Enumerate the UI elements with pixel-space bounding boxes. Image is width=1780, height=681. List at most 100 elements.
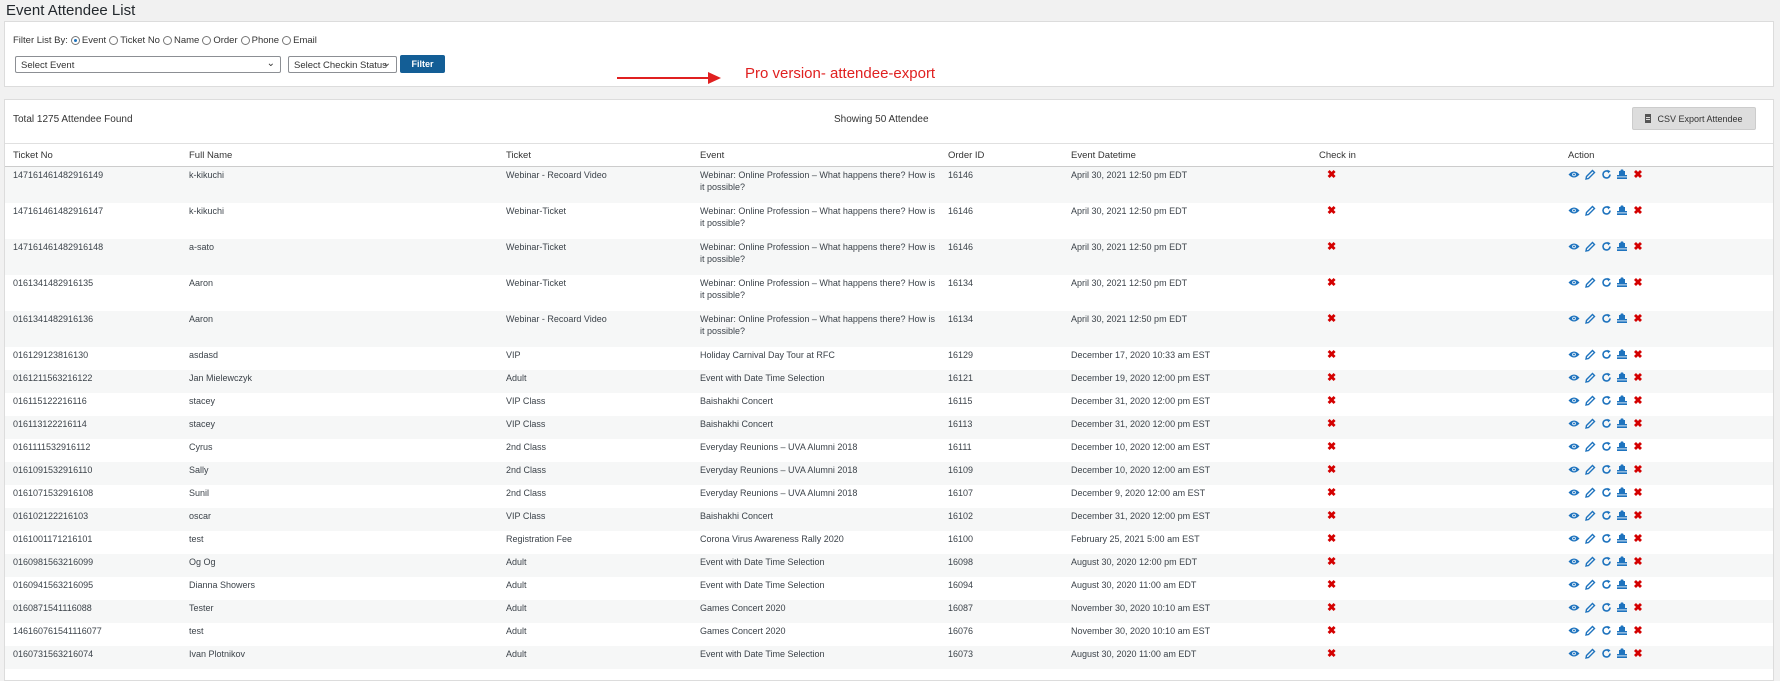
checkin-icon[interactable] <box>1616 556 1628 567</box>
resend-icon[interactable] <box>1600 533 1612 544</box>
delete-icon[interactable]: ✖ <box>1632 205 1644 217</box>
view-icon[interactable] <box>1568 487 1580 498</box>
delete-icon[interactable]: ✖ <box>1632 349 1644 361</box>
edit-icon[interactable] <box>1584 205 1596 216</box>
delete-icon[interactable]: ✖ <box>1632 625 1644 637</box>
resend-icon[interactable] <box>1600 169 1612 180</box>
edit-icon[interactable] <box>1584 418 1596 429</box>
edit-icon[interactable] <box>1584 441 1596 452</box>
checkin-icon[interactable] <box>1616 313 1628 324</box>
view-icon[interactable] <box>1568 441 1580 452</box>
resend-icon[interactable] <box>1600 313 1612 324</box>
resend-icon[interactable] <box>1600 372 1612 383</box>
csv-export-button[interactable]: CSV Export Attendee <box>1632 107 1756 130</box>
delete-icon[interactable]: ✖ <box>1632 169 1644 181</box>
delete-icon[interactable]: ✖ <box>1632 395 1644 407</box>
checkin-icon[interactable] <box>1616 579 1628 590</box>
radio-ticket-no[interactable] <box>109 36 119 45</box>
delete-icon[interactable]: ✖ <box>1632 241 1644 253</box>
resend-icon[interactable] <box>1600 487 1612 498</box>
resend-icon[interactable] <box>1600 418 1612 429</box>
checkin-icon[interactable] <box>1616 418 1628 429</box>
delete-icon[interactable]: ✖ <box>1632 441 1644 453</box>
edit-icon[interactable] <box>1584 579 1596 590</box>
edit-icon[interactable] <box>1584 648 1596 659</box>
edit-icon[interactable] <box>1584 241 1596 252</box>
view-icon[interactable] <box>1568 241 1580 252</box>
resend-icon[interactable] <box>1600 602 1612 613</box>
resend-icon[interactable] <box>1600 648 1612 659</box>
view-icon[interactable] <box>1568 372 1580 383</box>
view-icon[interactable] <box>1568 556 1580 567</box>
view-icon[interactable] <box>1568 349 1580 360</box>
view-icon[interactable] <box>1568 533 1580 544</box>
resend-icon[interactable] <box>1600 277 1612 288</box>
resend-icon[interactable] <box>1600 579 1612 590</box>
view-icon[interactable] <box>1568 464 1580 475</box>
column-header-order-id[interactable]: Order ID <box>940 143 1063 167</box>
select-checkin-dropdown[interactable]: Select Checkin Status ⌄ <box>288 56 397 73</box>
checkin-icon[interactable] <box>1616 602 1628 613</box>
column-header-ticket[interactable]: Ticket <box>498 143 692 167</box>
select-event-dropdown[interactable]: Select Event ⌄ <box>15 56 281 73</box>
column-header-ticket-no[interactable]: Ticket No <box>5 143 181 167</box>
view-icon[interactable] <box>1568 395 1580 406</box>
view-icon[interactable] <box>1568 510 1580 521</box>
view-icon[interactable] <box>1568 602 1580 613</box>
checkin-icon[interactable] <box>1616 464 1628 475</box>
filter-option-name[interactable]: Name <box>162 35 199 46</box>
edit-icon[interactable] <box>1584 556 1596 567</box>
delete-icon[interactable]: ✖ <box>1632 556 1644 568</box>
view-icon[interactable] <box>1568 625 1580 636</box>
checkin-icon[interactable] <box>1616 277 1628 288</box>
filter-button[interactable]: Filter <box>400 55 445 73</box>
view-icon[interactable] <box>1568 418 1580 429</box>
delete-icon[interactable]: ✖ <box>1632 372 1644 384</box>
column-header-event-datetime[interactable]: Event Datetime <box>1063 143 1311 167</box>
filter-option-ticket-no[interactable]: Ticket No <box>109 35 160 46</box>
resend-icon[interactable] <box>1600 349 1612 360</box>
edit-icon[interactable] <box>1584 372 1596 383</box>
checkin-icon[interactable] <box>1616 533 1628 544</box>
resend-icon[interactable] <box>1600 395 1612 406</box>
column-header-event[interactable]: Event <box>692 143 940 167</box>
edit-icon[interactable] <box>1584 464 1596 475</box>
delete-icon[interactable]: ✖ <box>1632 313 1644 325</box>
view-icon[interactable] <box>1568 579 1580 590</box>
checkin-icon[interactable] <box>1616 510 1628 521</box>
filter-option-order[interactable]: Order <box>202 35 238 46</box>
edit-icon[interactable] <box>1584 487 1596 498</box>
delete-icon[interactable]: ✖ <box>1632 487 1644 499</box>
delete-icon[interactable]: ✖ <box>1632 602 1644 614</box>
checkin-icon[interactable] <box>1616 169 1628 180</box>
view-icon[interactable] <box>1568 277 1580 288</box>
checkin-icon[interactable] <box>1616 625 1628 636</box>
radio-phone[interactable] <box>240 36 250 45</box>
resend-icon[interactable] <box>1600 205 1612 216</box>
radio-order[interactable] <box>202 36 212 45</box>
delete-icon[interactable]: ✖ <box>1632 418 1644 430</box>
delete-icon[interactable]: ✖ <box>1632 648 1644 660</box>
checkin-icon[interactable] <box>1616 395 1628 406</box>
edit-icon[interactable] <box>1584 169 1596 180</box>
filter-option-email[interactable]: Email <box>282 35 317 46</box>
resend-icon[interactable] <box>1600 556 1612 567</box>
radio-name[interactable] <box>162 36 172 45</box>
resend-icon[interactable] <box>1600 625 1612 636</box>
delete-icon[interactable]: ✖ <box>1632 579 1644 591</box>
checkin-icon[interactable] <box>1616 372 1628 383</box>
delete-icon[interactable]: ✖ <box>1632 510 1644 522</box>
edit-icon[interactable] <box>1584 602 1596 613</box>
resend-icon[interactable] <box>1600 510 1612 521</box>
view-icon[interactable] <box>1568 648 1580 659</box>
edit-icon[interactable] <box>1584 277 1596 288</box>
edit-icon[interactable] <box>1584 313 1596 324</box>
radio-event[interactable] <box>70 36 80 45</box>
edit-icon[interactable] <box>1584 349 1596 360</box>
view-icon[interactable] <box>1568 313 1580 324</box>
checkin-icon[interactable] <box>1616 441 1628 452</box>
edit-icon[interactable] <box>1584 510 1596 521</box>
checkin-icon[interactable] <box>1616 349 1628 360</box>
delete-icon[interactable]: ✖ <box>1632 464 1644 476</box>
edit-icon[interactable] <box>1584 625 1596 636</box>
